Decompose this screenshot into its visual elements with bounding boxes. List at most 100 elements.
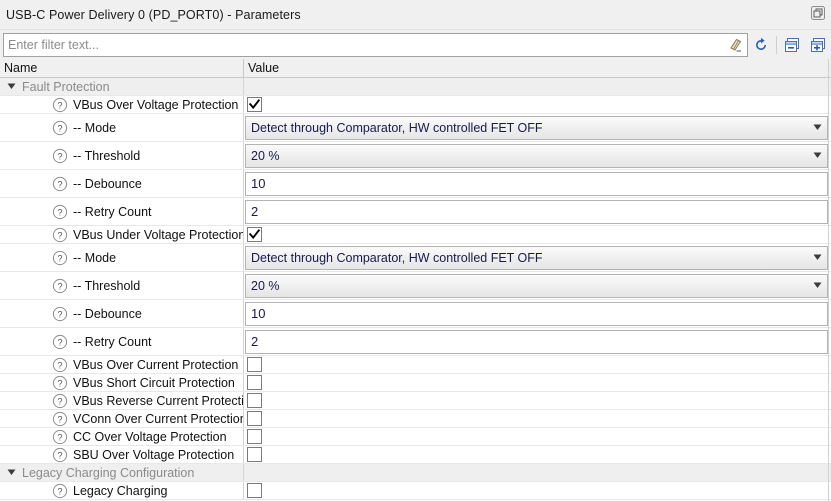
row-name-cell: ? VBus Under Voltage Protection [0, 226, 244, 243]
table-right-edge [828, 59, 829, 501]
toolbar-separator [776, 35, 777, 54]
table-row[interactable]: ? SBU Over Voltage Protection [0, 446, 831, 464]
help-icon[interactable]: ? [52, 357, 68, 373]
row-value-cell [244, 356, 831, 373]
svg-text:?: ? [57, 486, 62, 496]
row-label: -- Threshold [73, 148, 141, 163]
table-row[interactable]: ? -- Threshold 20 % [0, 272, 831, 300]
maximize-restore-icon[interactable] [808, 3, 828, 23]
svg-text:?: ? [57, 414, 62, 424]
svg-text:?: ? [57, 230, 62, 240]
column-header-value[interactable]: Value [244, 59, 831, 77]
help-icon[interactable]: ? [52, 148, 68, 164]
help-icon[interactable]: ? [52, 250, 68, 266]
chevron-down-icon[interactable] [0, 83, 22, 90]
row-label: VBus Under Voltage Protection [73, 227, 243, 242]
table-row[interactable]: ? VBus Over Current Protection [0, 356, 831, 374]
help-icon[interactable]: ? [52, 375, 68, 391]
checkbox[interactable] [247, 429, 262, 444]
checkbox[interactable] [247, 357, 262, 372]
group-name-cell[interactable]: Legacy Charging Configuration [0, 464, 244, 481]
expand-all-button[interactable] [805, 32, 831, 58]
chevron-down-icon[interactable] [807, 282, 827, 289]
checkbox[interactable] [247, 411, 262, 426]
row-value-cell: Detect through Comparator, HW controlled… [244, 244, 831, 271]
table-row[interactable]: ? VBus Short Circuit Protection [0, 374, 831, 392]
dropdown[interactable]: 20 % [245, 143, 828, 168]
help-icon[interactable]: ? [52, 483, 68, 499]
help-icon[interactable]: ? [52, 306, 68, 322]
table-group-row[interactable]: Legacy Charging Configuration [0, 464, 831, 482]
help-icon[interactable]: ? [52, 411, 68, 427]
row-value-cell: 20 % [244, 142, 831, 169]
table-row[interactable]: ? VConn Over Current Protection [0, 410, 831, 428]
dropdown-value: 20 % [251, 148, 280, 163]
table-row[interactable]: ? -- Mode Detect through Comparator, HW co… [0, 114, 831, 142]
checkbox[interactable] [247, 227, 262, 242]
help-icon[interactable]: ? [52, 393, 68, 409]
checkbox[interactable] [247, 393, 262, 408]
chevron-down-icon[interactable] [807, 124, 827, 131]
dropdown-value: Detect through Comparator, HW controlled… [251, 120, 543, 135]
table-row[interactable]: ? -- Retry Count 2 [0, 198, 831, 226]
checkbox[interactable] [247, 375, 262, 390]
help-icon[interactable]: ? [52, 334, 68, 350]
help-icon[interactable]: ? [52, 97, 68, 113]
text-input[interactable]: 2 [245, 199, 828, 224]
row-name-cell: ? VBus Short Circuit Protection [0, 374, 244, 391]
text-input[interactable]: 2 [245, 329, 828, 354]
svg-text:?: ? [57, 179, 62, 189]
table-row[interactable]: ? -- Mode Detect through Comparator, HW co… [0, 244, 831, 272]
chevron-down-icon[interactable] [807, 254, 827, 261]
table-row[interactable]: ? VBus Reverse Current Protection [0, 392, 831, 410]
row-label: VBus Reverse Current Protection [73, 393, 243, 408]
svg-text:?: ? [57, 151, 62, 161]
help-icon[interactable]: ? [52, 204, 68, 220]
row-label: -- Threshold [73, 278, 141, 293]
chevron-down-icon[interactable] [0, 469, 22, 476]
row-label: VBus Short Circuit Protection [73, 375, 235, 390]
column-header-name[interactable]: Name [0, 59, 244, 77]
table-row[interactable]: ? Legacy Charging [0, 482, 831, 500]
row-value-cell [244, 374, 831, 391]
row-name-cell: ? VBus Over Current Protection [0, 356, 244, 373]
row-value-cell: 2 [244, 328, 831, 355]
help-icon[interactable]: ? [52, 176, 68, 192]
help-icon[interactable]: ? [52, 447, 68, 463]
help-icon[interactable]: ? [52, 227, 68, 243]
help-icon[interactable]: ? [52, 429, 68, 445]
svg-text:?: ? [57, 123, 62, 133]
help-icon[interactable]: ? [52, 120, 68, 136]
row-label: -- Debounce [73, 306, 142, 321]
checkbox[interactable] [247, 483, 262, 498]
text-input[interactable]: 10 [245, 301, 828, 326]
chevron-down-icon[interactable] [807, 152, 827, 159]
refresh-button[interactable] [748, 32, 774, 58]
svg-text:?: ? [57, 253, 62, 263]
table-row[interactable]: ? -- Threshold 20 % [0, 142, 831, 170]
dropdown[interactable]: 20 % [245, 273, 828, 298]
checkbox[interactable] [247, 447, 262, 462]
eraser-clear-icon[interactable] [724, 34, 746, 56]
row-name-cell: ? CC Over Voltage Protection [0, 428, 244, 445]
table-row[interactable]: ? CC Over Voltage Protection [0, 428, 831, 446]
svg-text:?: ? [57, 207, 62, 217]
dropdown[interactable]: Detect through Comparator, HW controlled… [245, 115, 828, 140]
dropdown[interactable]: Detect through Comparator, HW controlled… [245, 245, 828, 270]
collapse-all-button[interactable] [779, 32, 805, 58]
filter-field-wrapper[interactable] [3, 32, 748, 57]
group-name-cell[interactable]: Fault Protection [0, 78, 244, 95]
checkbox[interactable] [247, 97, 262, 112]
table-group-row[interactable]: Fault Protection [0, 78, 831, 96]
table-row[interactable]: ? -- Debounce 10 [0, 300, 831, 328]
table-row[interactable]: ? VBus Under Voltage Protection [0, 226, 831, 244]
table-row[interactable]: ? -- Retry Count 2 [0, 328, 831, 356]
table-row[interactable]: ? -- Debounce 10 [0, 170, 831, 198]
svg-text:?: ? [57, 360, 62, 370]
help-icon[interactable]: ? [52, 278, 68, 294]
search-input[interactable] [4, 34, 724, 55]
row-value-cell [244, 96, 831, 113]
table-row[interactable]: ? VBus Over Voltage Protection [0, 96, 831, 114]
text-input[interactable]: 10 [245, 171, 828, 196]
group-value-cell [244, 464, 831, 481]
